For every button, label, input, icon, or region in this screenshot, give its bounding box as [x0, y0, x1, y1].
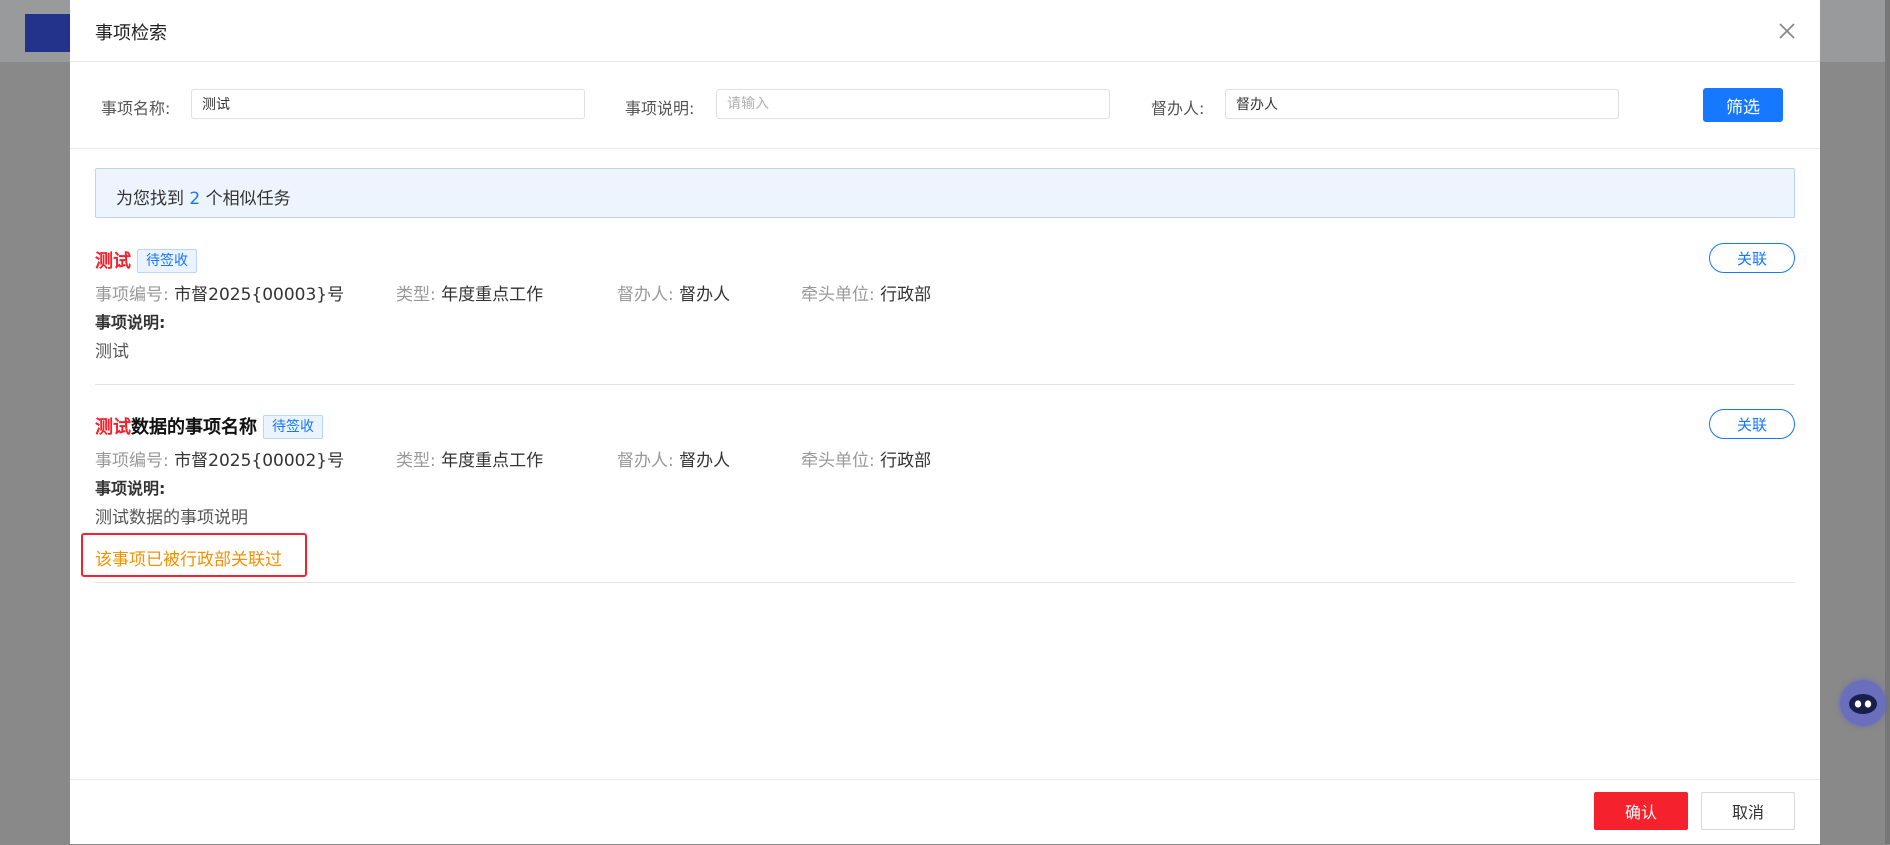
task-type-label: 类型: [396, 451, 436, 471]
background-logo [25, 14, 71, 52]
task-title: 测试 待签收 [95, 247, 197, 273]
task-code-value: 市督2025{00003}号 [174, 285, 345, 305]
task-supervisor-value: 督办人 [679, 285, 731, 305]
task-unit: 牵头单位: 行政部 [801, 446, 931, 471]
supervisor-filter-label: 督办人: [1151, 99, 1205, 118]
desc-filter-label: 事项说明: [625, 99, 695, 118]
task-desc-text: 测试数据的事项说明 [95, 508, 248, 528]
task-supervisor-label: 督办人: [617, 451, 674, 471]
task-code-label: 事项编号: [95, 285, 169, 305]
task-title-highlight: 测试 [95, 251, 131, 272]
link-button[interactable]: 关联 [1709, 243, 1795, 273]
name-filter-label: 事项名称: [101, 99, 171, 118]
task-code: 事项编号: 市督2025{00002}号 [95, 446, 344, 471]
status-badge: 待签收 [137, 249, 197, 273]
desc-filter-input[interactable] [716, 89, 1110, 119]
task-code-value: 市督2025{00002}号 [174, 451, 345, 471]
task-unit: 牵头单位: 行政部 [801, 280, 931, 305]
already-linked-warning: 该事项已被行政部关联过 [81, 533, 307, 577]
task-desc-text: 测试 [95, 342, 129, 362]
task-divider [95, 384, 1795, 385]
name-filter-input[interactable] [191, 89, 585, 119]
task-unit-label: 牵头单位: [801, 285, 875, 305]
task-type-value: 年度重点工作 [441, 451, 544, 471]
task-title-highlight: 测试 [95, 417, 131, 438]
result-summary-banner: 为您找到 2 个相似任务 [95, 168, 1795, 218]
filter-bar: 事项名称: 事项说明: 督办人: 筛选 [70, 62, 1820, 149]
task-supervisor: 督办人: 督办人 [617, 446, 730, 471]
result-summary: 为您找到 2 个相似任务 [116, 184, 291, 209]
status-badge: 待签收 [263, 415, 323, 439]
task-type-label: 类型: [396, 285, 436, 305]
dialog-footer: 确认 取消 [70, 779, 1820, 845]
task-supervisor-value: 督办人 [679, 451, 731, 471]
task-title: 测试数据的事项名称 待签收 [95, 413, 323, 439]
task-code-label: 事项编号: [95, 451, 169, 471]
cancel-button[interactable]: 取消 [1701, 792, 1795, 830]
result-prefix: 为您找到 [116, 189, 190, 209]
result-count: 2 [189, 189, 201, 209]
dialog-header: 事项检索 [70, 0, 1820, 62]
task-unit-value: 行政部 [880, 451, 932, 471]
task-unit-value: 行政部 [880, 285, 932, 305]
assistant-robot-icon [1849, 694, 1877, 714]
task-title-rest: 数据的事项名称 [131, 417, 257, 438]
task-desc-label: 事项说明: [95, 313, 166, 332]
filter-button[interactable]: 筛选 [1703, 88, 1783, 122]
task-code: 事项编号: 市督2025{00003}号 [95, 280, 344, 305]
assistant-button[interactable] [1840, 680, 1886, 726]
search-dialog: 事项检索 事项名称: 事项说明: 督办人: 筛选 为您找到 2 个相似任务 测试… [70, 0, 1820, 844]
task-divider [95, 582, 1795, 583]
task-unit-label: 牵头单位: [801, 451, 875, 471]
task-type-value: 年度重点工作 [441, 285, 544, 305]
warning-text: 该事项已被行政部关联过 [95, 550, 282, 570]
link-button[interactable]: 关联 [1709, 409, 1795, 439]
supervisor-filter-input[interactable] [1225, 89, 1619, 119]
task-supervisor-label: 督办人: [617, 285, 674, 305]
task-type: 类型: 年度重点工作 [396, 280, 543, 305]
dialog-title: 事项检索 [95, 23, 167, 44]
confirm-button[interactable]: 确认 [1594, 792, 1688, 830]
task-supervisor: 督办人: 督办人 [617, 280, 730, 305]
close-icon [1779, 23, 1795, 39]
task-desc-label: 事项说明: [95, 479, 166, 498]
task-type: 类型: 年度重点工作 [396, 446, 543, 471]
result-suffix: 个相似任务 [200, 189, 291, 209]
close-button[interactable] [1772, 16, 1802, 46]
